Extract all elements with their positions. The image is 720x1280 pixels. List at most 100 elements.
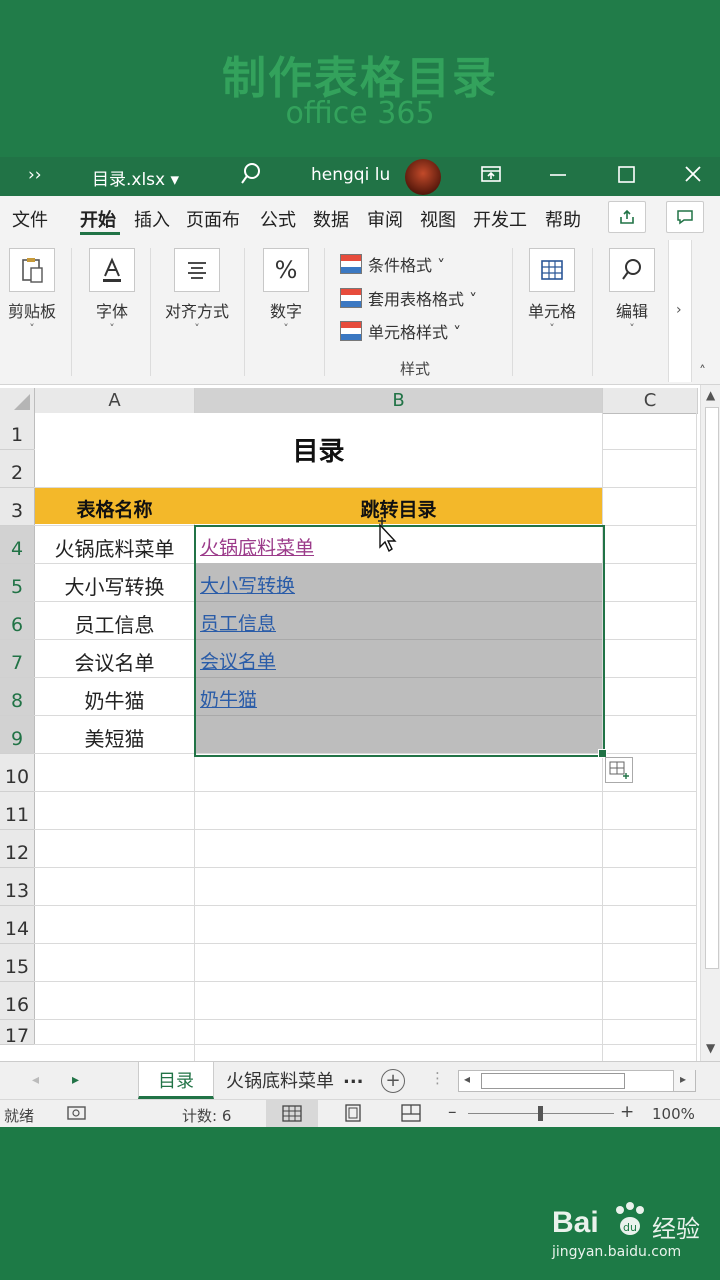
- horizontal-scrollbar[interactable]: ◂ ▸: [458, 1070, 696, 1092]
- gridline-row: [34, 1019, 696, 1020]
- page-break-view-icon[interactable]: [400, 1104, 422, 1126]
- hscroll-thumb[interactable]: [481, 1073, 625, 1089]
- row-header-7[interactable]: 7: [0, 640, 35, 678]
- next-sheet-icon[interactable]: ▸: [72, 1072, 79, 1088]
- watermark-jingyan: 经验: [652, 1215, 700, 1243]
- sheet-title[interactable]: 目录: [35, 431, 602, 468]
- share-button[interactable]: [608, 201, 646, 233]
- ribbon-display-icon[interactable]: [480, 163, 502, 190]
- cell-a7[interactable]: 会议名单: [35, 647, 194, 676]
- alignment-group[interactable]: 对齐方式 ˅: [160, 248, 234, 335]
- zoom-out-button[interactable]: –: [448, 1102, 457, 1122]
- column-header-a[interactable]: A: [35, 388, 195, 414]
- font-group[interactable]: 字体 ˅: [84, 248, 140, 335]
- row-header-11[interactable]: 11: [0, 792, 35, 830]
- normal-view-button[interactable]: [266, 1100, 318, 1127]
- editing-group[interactable]: 编辑 ˅: [604, 248, 660, 335]
- quick-analysis-button[interactable]: [605, 757, 633, 783]
- zoom-slider-thumb[interactable]: [538, 1106, 543, 1121]
- tab-help[interactable]: 帮助: [545, 206, 581, 232]
- row-header-17[interactable]: 17: [0, 1020, 35, 1047]
- row-header-5[interactable]: 5: [0, 564, 35, 602]
- row-header-12[interactable]: 12: [0, 830, 35, 868]
- scroll-left-icon[interactable]: ◂: [464, 1072, 470, 1086]
- page-layout-view-icon[interactable]: [342, 1104, 364, 1126]
- zoom-in-button[interactable]: +: [620, 1102, 634, 1122]
- editing-label: 编辑: [615, 302, 648, 321]
- watermark-brand: Bai: [552, 1206, 599, 1239]
- select-all-corner[interactable]: [0, 388, 35, 414]
- format-as-table-button[interactable]: 套用表格格式 ˅: [340, 286, 477, 310]
- collapse-ribbon-icon[interactable]: ˄: [699, 364, 706, 380]
- clipboard-group[interactable]: 剪贴板 ˅: [4, 248, 60, 335]
- more-commands-button[interactable]: ››: [28, 165, 42, 185]
- ribbon-scroll-right-button[interactable]: ›: [668, 240, 692, 382]
- avatar[interactable]: [405, 159, 441, 195]
- tab-data[interactable]: 数据: [313, 206, 349, 232]
- chevron-down-icon: ˅: [283, 322, 289, 335]
- cell-a8[interactable]: 奶牛猫: [35, 685, 194, 714]
- cell-styles-button[interactable]: 单元格样式 ˅: [340, 319, 461, 343]
- number-group[interactable]: % 数字 ˅: [258, 248, 314, 335]
- tab-developer[interactable]: 开发工: [473, 206, 527, 232]
- chevron-down-icon: ˅: [549, 322, 555, 335]
- cells-group[interactable]: 单元格 ˅: [522, 248, 582, 335]
- search-icon[interactable]: [240, 161, 262, 192]
- search-icon: [609, 248, 655, 292]
- worksheet-grid[interactable]: A B C 1 2 3 4 5 6 7 8 9 10 11 12 13 14 15 16 17 目录 表格名称 …: [0, 385, 720, 1061]
- header-table-name[interactable]: 表格名称: [35, 495, 194, 522]
- row-header-3[interactable]: 3: [0, 488, 35, 526]
- chevron-down-icon: ˅: [629, 322, 635, 335]
- tab-insert[interactable]: 插入: [134, 206, 170, 232]
- minimize-icon[interactable]: [548, 165, 568, 190]
- row-header-6[interactable]: 6: [0, 602, 35, 640]
- cell-a4[interactable]: 火锅底料菜单: [35, 533, 194, 562]
- row-header-4[interactable]: 4: [0, 526, 35, 564]
- row-header-9[interactable]: 9: [0, 716, 35, 754]
- cell-a5[interactable]: 大小写转换: [35, 571, 194, 600]
- tab-review[interactable]: 审阅: [367, 206, 403, 232]
- prev-sheet-icon[interactable]: ◂: [32, 1072, 39, 1088]
- row-header-14[interactable]: 14: [0, 906, 35, 944]
- scroll-down-icon[interactable]: ▼: [706, 1041, 715, 1055]
- tab-file[interactable]: 文件: [12, 206, 48, 232]
- accessibility-icon[interactable]: [66, 1104, 88, 1126]
- zoom-level[interactable]: 100%: [652, 1105, 695, 1123]
- tab-home[interactable]: 开始: [80, 206, 116, 232]
- maximize-icon[interactable]: [617, 164, 637, 189]
- align-icon: [174, 248, 220, 292]
- ribbon-separator: [324, 248, 325, 376]
- cell-a6[interactable]: 员工信息: [35, 609, 194, 638]
- vertical-scrollbar[interactable]: ▲ ▼: [700, 385, 720, 1061]
- cell-a9[interactable]: 美短猫: [35, 723, 194, 752]
- scrollbar-thumb[interactable]: [705, 407, 719, 969]
- column-header-c[interactable]: C: [603, 388, 698, 414]
- row-header-13[interactable]: 13: [0, 868, 35, 906]
- scroll-right-icon[interactable]: ▸: [680, 1072, 686, 1086]
- row-header-15[interactable]: 15: [0, 944, 35, 982]
- row-header-1[interactable]: 1: [0, 413, 35, 450]
- row-header-10[interactable]: 10: [0, 754, 35, 792]
- add-sheet-button[interactable]: +: [381, 1069, 405, 1093]
- sheet-tab-hotpot[interactable]: 火锅底料菜单: [226, 1067, 340, 1093]
- scroll-up-icon[interactable]: ▲: [706, 388, 715, 402]
- close-icon[interactable]: [683, 164, 703, 189]
- tab-view[interactable]: 视图: [420, 206, 456, 232]
- comments-button[interactable]: [666, 201, 704, 233]
- user-name[interactable]: hengqi lu: [311, 165, 390, 185]
- file-name[interactable]: 目录.xlsx ▾: [92, 165, 179, 190]
- status-ready: 就绪: [4, 1107, 35, 1125]
- conditional-format-button[interactable]: 条件格式 ˅: [340, 252, 445, 276]
- tab-page-layout[interactable]: 页面布: [186, 206, 240, 232]
- status-count: 计数: 6: [182, 1107, 232, 1125]
- tab-splitter-handle[interactable]: ⋮: [430, 1069, 445, 1087]
- tab-formulas[interactable]: 公式: [260, 206, 296, 232]
- ribbon-separator: [71, 248, 72, 376]
- sheet-tab-active[interactable]: 目录: [138, 1062, 214, 1099]
- more-sheets-button[interactable]: ...: [343, 1067, 364, 1088]
- row-header-8[interactable]: 8: [0, 678, 35, 716]
- row-header-2[interactable]: 2: [0, 450, 35, 488]
- row-header-16[interactable]: 16: [0, 982, 35, 1020]
- conditional-format-icon: [340, 254, 362, 274]
- column-header-b[interactable]: B: [195, 388, 603, 415]
